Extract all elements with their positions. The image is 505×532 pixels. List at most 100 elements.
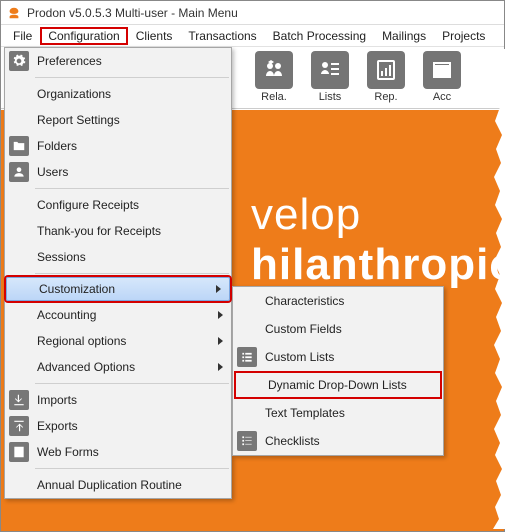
menu-item-label: Report Settings: [37, 113, 225, 127]
menu-item-label: Configure Receipts: [37, 198, 225, 212]
toolbar-relations-button[interactable]: Rela.: [255, 51, 293, 103]
menu-item-customization[interactable]: Customization: [6, 277, 230, 301]
menu-item-label: Thank-you for Receipts: [37, 224, 225, 238]
menubar: File Configuration Clients Transactions …: [1, 25, 504, 47]
menu-separator: [35, 273, 229, 274]
menu-item-label: Annual Duplication Routine: [37, 478, 225, 492]
app-icon: [7, 6, 21, 20]
folder-icon: [9, 136, 29, 156]
menu-item-label: Custom Lists: [265, 350, 437, 364]
toolbar-accounts-button[interactable]: Acc: [423, 51, 461, 103]
toolbar-label: Rela.: [261, 91, 287, 103]
menu-item-folders[interactable]: Folders: [5, 133, 231, 159]
list-icon: [237, 347, 257, 367]
toolbar-label: Rep.: [374, 91, 397, 103]
titlebar: Prodon v5.0.5.3 Multi-user - Main Menu: [1, 1, 504, 25]
import-icon: [9, 390, 29, 410]
menu-item-label: Accounting: [37, 308, 210, 322]
submenu-item-custom-fields[interactable]: Custom Fields: [233, 315, 443, 343]
customization-submenu: Characteristics Custom Fields Custom Lis…: [232, 286, 444, 456]
menu-item-label: Users: [37, 165, 225, 179]
blank-icon: [240, 375, 260, 395]
toolbar-label: Lists: [319, 91, 342, 103]
menu-configuration[interactable]: Configuration: [40, 27, 127, 45]
menu-item-configure-receipts[interactable]: Configure Receipts: [5, 192, 231, 218]
form-icon: [9, 442, 29, 462]
menu-mailings[interactable]: Mailings: [374, 27, 434, 45]
menu-item-users[interactable]: Users: [5, 159, 231, 185]
menu-file[interactable]: File: [5, 27, 40, 45]
menu-transactions[interactable]: Transactions: [180, 27, 264, 45]
relations-icon: [255, 51, 293, 89]
accounts-icon: [423, 51, 461, 89]
menu-item-label: Custom Fields: [265, 322, 437, 336]
lists-icon: [311, 51, 349, 89]
bg-text-1: velop: [251, 190, 361, 240]
menu-item-label: Preferences: [37, 54, 225, 68]
menu-batch-processing[interactable]: Batch Processing: [265, 27, 374, 45]
gear-icon: [9, 51, 29, 71]
menu-item-thank-you[interactable]: Thank-you for Receipts: [5, 218, 231, 244]
menu-item-label: Advanced Options: [37, 360, 210, 374]
export-icon: [9, 416, 29, 436]
menu-clients[interactable]: Clients: [128, 27, 181, 45]
menu-item-organizations[interactable]: Organizations: [5, 81, 231, 107]
blank-icon: [11, 279, 31, 299]
submenu-arrow-icon: [218, 311, 223, 319]
blank-icon: [9, 331, 29, 351]
menu-item-sessions[interactable]: Sessions: [5, 244, 231, 270]
blank-icon: [9, 305, 29, 325]
submenu-item-custom-lists[interactable]: Custom Lists: [233, 343, 443, 371]
blank-icon: [9, 357, 29, 377]
menu-item-label: Exports: [37, 419, 225, 433]
blank-icon: [237, 403, 257, 423]
menu-separator: [35, 468, 229, 469]
blank-icon: [9, 84, 29, 104]
menu-item-report-settings[interactable]: Report Settings: [5, 107, 231, 133]
menu-item-label: Sessions: [37, 250, 225, 264]
submenu-item-dynamic-dropdown[interactable]: Dynamic Drop-Down Lists: [234, 371, 442, 399]
menu-item-exports[interactable]: Exports: [5, 413, 231, 439]
menu-item-label: Dynamic Drop-Down Lists: [268, 378, 434, 392]
menu-item-label: Imports: [37, 393, 225, 407]
menu-item-label: Web Forms: [37, 445, 225, 459]
blank-icon: [9, 110, 29, 130]
toolbar-reports-button[interactable]: Rep.: [367, 51, 405, 103]
menu-item-label: Regional options: [37, 334, 210, 348]
menu-separator: [35, 383, 229, 384]
submenu-arrow-icon: [218, 337, 223, 345]
menu-item-label: Organizations: [37, 87, 225, 101]
checklist-icon: [237, 431, 257, 451]
menu-item-preferences[interactable]: Preferences: [5, 48, 231, 74]
blank-icon: [9, 221, 29, 241]
menu-item-label: Folders: [37, 139, 225, 153]
menu-item-advanced[interactable]: Advanced Options: [5, 354, 231, 380]
submenu-item-text-templates[interactable]: Text Templates: [233, 399, 443, 427]
toolbar-label: Acc: [433, 91, 451, 103]
menu-item-label: Customization: [39, 282, 208, 296]
blank-icon: [9, 195, 29, 215]
menu-item-imports[interactable]: Imports: [5, 387, 231, 413]
users-icon: [9, 162, 29, 182]
menu-item-web-forms[interactable]: Web Forms: [5, 439, 231, 465]
menu-item-label: Text Templates: [265, 406, 437, 420]
menu-separator: [35, 188, 229, 189]
menu-item-label: Checklists: [265, 434, 437, 448]
submenu-item-characteristics[interactable]: Characteristics: [233, 287, 443, 315]
blank-icon: [9, 475, 29, 495]
menu-item-regional[interactable]: Regional options: [5, 328, 231, 354]
blank-icon: [237, 319, 257, 339]
submenu-arrow-icon: [216, 285, 221, 293]
submenu-item-checklists[interactable]: Checklists: [233, 427, 443, 455]
menu-item-accounting[interactable]: Accounting: [5, 302, 231, 328]
menu-item-label: Characteristics: [265, 294, 437, 308]
menu-separator: [35, 77, 229, 78]
window-title: Prodon v5.0.5.3 Multi-user - Main Menu: [27, 6, 238, 20]
reports-icon: [367, 51, 405, 89]
configuration-menu: Preferences Organizations Report Setting…: [4, 47, 232, 499]
toolbar-lists-button[interactable]: Lists: [311, 51, 349, 103]
submenu-arrow-icon: [218, 363, 223, 371]
bg-text-2: hilanthropic: [251, 240, 504, 290]
menu-item-annual-duplication[interactable]: Annual Duplication Routine: [5, 472, 231, 498]
menu-projects[interactable]: Projects: [434, 27, 493, 45]
